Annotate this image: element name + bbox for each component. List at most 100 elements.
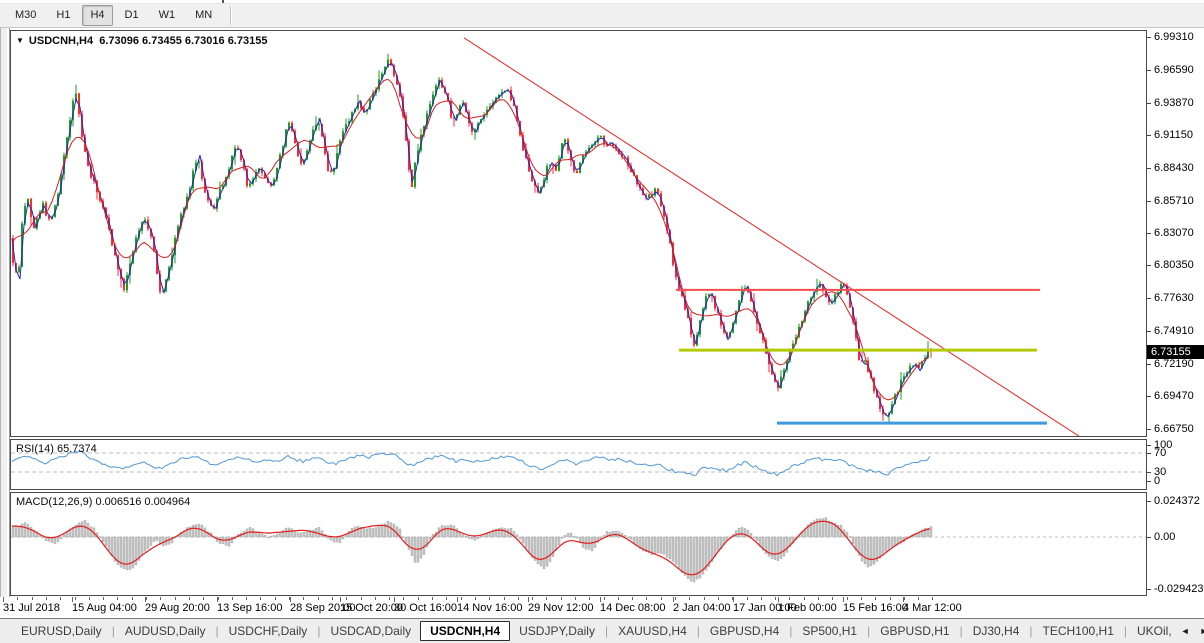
time-axis-minor-tick bbox=[446, 597, 447, 600]
timeframe-button-h4[interactable]: H4 bbox=[82, 5, 113, 26]
time-axis-minor-tick bbox=[632, 597, 633, 600]
timeframe-button-m30[interactable]: M30 bbox=[7, 5, 44, 26]
time-axis-minor-tick bbox=[689, 597, 690, 600]
price-axis-label: 6.69470 bbox=[1154, 390, 1194, 402]
time-axis-label: 15 Feb 16:00 bbox=[843, 602, 908, 614]
time-axis-minor-tick bbox=[103, 597, 104, 600]
chart-tab-gbpusd-h4[interactable]: GBPUSD,H4 bbox=[701, 621, 788, 641]
price-axis-label: 6.85710 bbox=[1154, 195, 1194, 207]
price-axis-label: 6.72190 bbox=[1154, 358, 1194, 370]
time-axis-minor-tick bbox=[589, 597, 590, 600]
timeframe-button-d1[interactable]: D1 bbox=[117, 5, 147, 26]
time-axis-minor-tick bbox=[132, 597, 133, 600]
price-axis-label: 6.83070 bbox=[1154, 227, 1194, 239]
rsi-axis-label-tick bbox=[1147, 472, 1151, 473]
time-axis[interactable]: 31 Jul 2018 15 Aug 04:00 29 Aug 20:00 13 Se… bbox=[0, 597, 1204, 617]
timeframe-button-w1[interactable]: W1 bbox=[151, 5, 184, 26]
time-axis-minor-tick bbox=[789, 597, 790, 600]
time-axis-minor-tick bbox=[546, 597, 547, 600]
macd-axis-label-tick bbox=[1147, 537, 1151, 538]
chart-ohlc-values: 6.73096 6.73455 6.73016 6.73155 bbox=[99, 35, 268, 47]
time-axis-minor-tick bbox=[260, 597, 261, 600]
rsi-indicator-panel[interactable]: RSI(14) 65.7374 bbox=[10, 439, 1147, 490]
macd-indicator-panel[interactable]: MACD(12,26,9) 0.006516 0.004964 bbox=[10, 492, 1147, 596]
time-axis-minor-tick bbox=[60, 597, 61, 600]
window-left-edge bbox=[0, 28, 10, 597]
time-axis-minor-tick bbox=[561, 597, 562, 600]
chart-tab-gbpusd-h1[interactable]: GBPUSD,H1 bbox=[871, 621, 958, 641]
rsi-chart-canvas[interactable] bbox=[11, 440, 1146, 489]
chart-tab-usdcad-daily[interactable]: USDCAD,Daily bbox=[321, 621, 420, 641]
time-axis-label: 13 Sep 16:00 bbox=[217, 602, 283, 614]
price-axis-label-tick bbox=[1147, 265, 1151, 266]
chart-tab-sp500-h1[interactable]: SP500,H1 bbox=[793, 621, 866, 641]
time-axis-minor-tick bbox=[604, 597, 605, 600]
macd-axis-label-tick bbox=[1147, 501, 1151, 502]
macd-axis-label: 0.00 bbox=[1154, 531, 1176, 543]
time-axis-minor-tick bbox=[432, 597, 433, 600]
chart-tab-xauusd-h4[interactable]: XAUUSD,H4 bbox=[609, 621, 696, 641]
chart-title: ▼ USDCNH,H4 6.73096 6.73455 6.73016 6.731… bbox=[16, 35, 267, 47]
price-axis-label: 6.74910 bbox=[1154, 325, 1194, 337]
price-axis-label-tick bbox=[1147, 103, 1151, 104]
price-axis-label-tick bbox=[1147, 331, 1151, 332]
time-axis-minor-tick bbox=[675, 597, 676, 600]
time-axis-minor-tick bbox=[804, 597, 805, 600]
time-axis-minor-tick bbox=[32, 597, 33, 600]
chart-tab-usdcnh-h4[interactable]: USDCNH,H4 bbox=[420, 621, 511, 641]
price-axis-label-tick bbox=[1147, 364, 1151, 365]
price-axis-label: 6.66750 bbox=[1154, 423, 1194, 435]
price-axis[interactable]: 6.73155 6.99310 6.96590 6.93870 6.91150 6.88… bbox=[1147, 0, 1204, 643]
price-axis-label: 6.93870 bbox=[1154, 97, 1194, 109]
price-axis-label-tick bbox=[1147, 37, 1151, 38]
chart-tab-tech100-h1[interactable]: TECH100,H1 bbox=[1034, 621, 1123, 641]
time-axis-minor-tick bbox=[761, 597, 762, 600]
symbol-dropdown-icon[interactable]: ▼ bbox=[16, 36, 24, 45]
price-chart-panel[interactable]: ▼ USDCNH,H4 6.73096 6.73455 6.73016 6.731… bbox=[10, 30, 1147, 437]
time-axis-label: 4 Mar 12:00 bbox=[903, 602, 962, 614]
time-axis-minor-tick bbox=[89, 597, 90, 600]
time-axis-minor-tick bbox=[861, 597, 862, 600]
time-axis-minor-tick bbox=[17, 597, 18, 600]
time-axis-minor-tick bbox=[75, 597, 76, 600]
time-axis-minor-tick bbox=[661, 597, 662, 600]
rsi-axis-label: 70 bbox=[1154, 447, 1167, 459]
macd-axis-label: 0.024372 bbox=[1154, 495, 1200, 507]
time-axis-label: 31 Jul 2018 bbox=[3, 602, 60, 614]
time-axis-minor-tick bbox=[775, 597, 776, 600]
time-axis-minor-tick bbox=[489, 597, 490, 600]
time-axis-label: 2 Jan 04:00 bbox=[673, 602, 731, 614]
macd-chart-canvas[interactable] bbox=[11, 493, 1146, 595]
timeframe-button-mn[interactable]: MN bbox=[187, 5, 220, 26]
chart-tab-usdchf-daily[interactable]: USDCHF,Daily bbox=[220, 621, 317, 641]
time-axis-minor-tick bbox=[532, 597, 533, 600]
chart-tab-bar: EURUSD,Daily | AUDUSD,Daily | USDCHF,Daily | U… bbox=[0, 618, 1204, 643]
price-axis-label-tick bbox=[1147, 396, 1151, 397]
price-axis-label-tick bbox=[1147, 168, 1151, 169]
time-axis-label: 14 Nov 16:00 bbox=[457, 602, 523, 614]
macd-label: MACD(12,26,9) 0.006516 0.004964 bbox=[16, 496, 191, 508]
rsi-axis-label-tick bbox=[1147, 453, 1151, 454]
price-chart-canvas[interactable] bbox=[11, 31, 1146, 436]
time-axis-minor-tick bbox=[346, 597, 347, 600]
price-axis-label: 6.91150 bbox=[1154, 129, 1193, 141]
time-axis-minor-tick bbox=[918, 597, 919, 600]
chart-tab-dj30-h4[interactable]: DJ30,H4 bbox=[964, 621, 1029, 641]
chart-symbol: USDCNH,H4 bbox=[28, 35, 94, 47]
price-axis-label-tick bbox=[1147, 233, 1151, 234]
time-axis-minor-tick bbox=[303, 597, 304, 600]
chart-tab-eurusd-daily[interactable]: EURUSD,Daily bbox=[12, 621, 111, 641]
time-axis-label: 15 Aug 04:00 bbox=[72, 602, 137, 614]
timeframe-toolbar: M30 H1 H4 D1 W1 MN bbox=[0, 4, 1204, 28]
time-axis-minor-tick bbox=[318, 597, 319, 600]
time-axis-minor-tick bbox=[232, 597, 233, 600]
chart-tab-audusd-daily[interactable]: AUDUSD,Daily bbox=[116, 621, 215, 641]
chart-tab-usdjpy-daily[interactable]: USDJPY,Daily bbox=[510, 621, 604, 641]
timeframe-button-h1[interactable]: H1 bbox=[48, 5, 78, 26]
time-axis-minor-tick bbox=[246, 597, 247, 600]
time-axis-minor-tick bbox=[718, 597, 719, 600]
time-axis-minor-tick bbox=[747, 597, 748, 600]
time-axis-minor-tick bbox=[389, 597, 390, 600]
time-axis-minor-tick bbox=[275, 597, 276, 600]
time-axis-minor-tick bbox=[361, 597, 362, 600]
